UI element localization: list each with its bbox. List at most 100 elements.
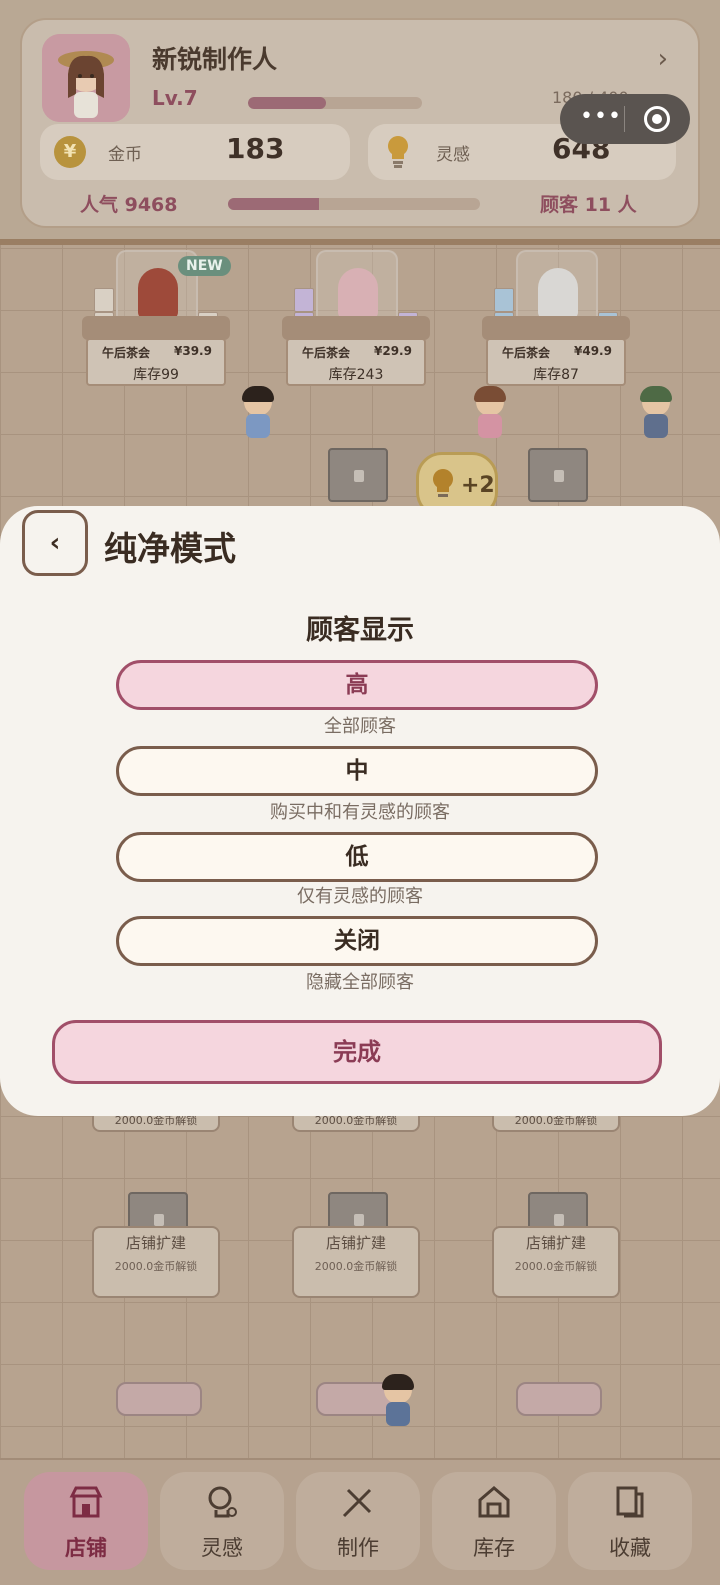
shelf-label: 午后茶会 ¥39.9 库存99 [86,338,226,386]
section-title: 顾客显示 [306,615,414,646]
nav-shop[interactable]: 店铺 [24,1472,148,1570]
figure-doll [338,268,378,320]
xp-progress-fill [248,97,327,109]
nav-label: 店铺 [65,1536,107,1560]
capsule-divider [624,106,625,132]
pure-mode-dialog: ‹ 纯净模式 顾客显示 高 全部顾客 中 购买中和有灵感的顾客 低 仅有灵感的顾… [0,506,720,1116]
popularity-fill [228,198,319,210]
customer-character [242,386,274,444]
shelf-1[interactable]: NEW 午后茶会 ¥39.9 库存99 [82,250,231,392]
product-stock: 库存99 [133,367,179,383]
figure-doll [538,268,578,320]
bottom-nav: 店铺 灵感 制作 库存 收藏 [0,1458,720,1585]
lightbulb-icon [433,469,453,497]
stock-box [494,288,514,312]
nav-label: 灵感 [201,1536,243,1560]
shelf-label: 午后茶会 ¥29.9 库存243 [286,338,426,386]
product-stock: 库存87 [533,367,579,383]
customer-character [474,386,506,444]
shelf-top [482,316,630,340]
xp-progress-bar [248,97,422,109]
character-hair [474,386,506,402]
craft-icon [342,1488,372,1518]
shelf-top [82,316,230,340]
character-body [644,414,668,438]
product-name: 午后茶会 [502,346,551,360]
popularity-bar [228,198,480,210]
nav-label: 制作 [337,1536,379,1560]
option-off-desc: 隐藏全部顾客 [306,972,414,993]
nav-collection[interactable]: 收藏 [568,1472,692,1570]
expansion-cost: 2000.0金币解锁 [114,1260,198,1273]
expansion-slot[interactable]: 店铺扩建 2000.0金币解锁 [292,1226,420,1298]
expansion-slot[interactable]: 店铺扩建 2000.0金币解锁 [92,1226,220,1298]
character-hair [382,1374,414,1390]
stock-box [294,288,314,312]
coins-value: 183 [226,132,285,165]
inspiration-icon [208,1486,237,1518]
avatar[interactable] [42,34,130,122]
back-button[interactable]: ‹ [22,510,88,576]
character-hair [242,386,274,402]
option-high[interactable]: 高 [116,660,598,710]
customer-character [640,386,672,444]
nav-warehouse[interactable]: 库存 [432,1472,556,1570]
coin-icon: ¥ [54,136,86,168]
product-price: ¥49.9 [574,344,612,358]
nav-label: 收藏 [609,1536,651,1560]
nav-inspiration[interactable]: 灵感 [160,1472,284,1570]
product-price: ¥39.9 [174,344,212,358]
product-price: ¥29.9 [374,344,412,358]
option-medium[interactable]: 中 [116,746,598,796]
product-stock: 库存243 [328,367,384,383]
option-high-desc: 全部顾客 [324,716,396,737]
lightbulb-icon [386,134,410,174]
customer-character [382,1374,414,1432]
expansion-cost: 2000.0金币解锁 [314,1260,398,1273]
character-hair [640,386,672,402]
chevron-right-icon[interactable]: › [658,44,668,74]
expansion-label: 店铺扩建 [525,1234,586,1252]
popularity-text: 人气 9468 [80,194,178,216]
expansion-label: 店铺扩建 [325,1234,386,1252]
option-off[interactable]: 关闭 [116,916,598,966]
player-level: Lv.7 [152,86,198,110]
character-body [478,414,502,438]
expansion-label: 店铺扩建 [125,1234,186,1252]
locked-slot [528,448,588,502]
miniprogram-capsule: ••• [560,94,690,144]
shelf-label: 午后茶会 ¥49.9 库存87 [486,338,626,386]
shelf-3[interactable]: 午后茶会 ¥49.9 库存87 [482,250,630,392]
expansion-cost: 2000.0金币解锁 [514,1260,598,1273]
character-body [386,1402,410,1426]
product-name: 午后茶会 [102,346,151,360]
customer-count: 顾客 11 人 [540,194,637,216]
dialog-title: 纯净模式 [104,529,236,568]
shelf-top [282,316,430,340]
done-button[interactable]: 完成 [52,1020,662,1084]
sofa [116,1382,202,1416]
character-body [246,414,270,438]
close-miniprogram-icon[interactable] [644,106,670,132]
shop-icon [69,1486,103,1518]
collection-icon [616,1486,644,1518]
player-name: 新锐制作人 [152,45,278,74]
locked-slot [328,448,388,502]
warehouse-icon [478,1486,510,1518]
option-low-desc: 仅有灵感的顾客 [297,886,423,907]
coins-pill: ¥ 金币 183 [40,124,350,180]
option-medium-desc: 购买中和有灵感的顾客 [270,802,450,823]
option-low[interactable]: 低 [116,832,598,882]
coins-label: 金币 [108,145,142,165]
sofa [516,1382,602,1416]
new-badge: NEW [178,256,231,276]
nav-craft[interactable]: 制作 [296,1472,420,1570]
product-name: 午后茶会 [302,346,351,360]
shelf-2[interactable]: 午后茶会 ¥29.9 库存243 [282,250,430,392]
expansion-slot[interactable]: 店铺扩建 2000.0金币解锁 [492,1226,620,1298]
nav-label: 库存 [473,1536,515,1560]
stock-box [94,288,114,312]
inspiration-gain: +2 [461,473,495,498]
figure-doll [138,268,178,320]
more-icon[interactable]: ••• [580,104,622,129]
